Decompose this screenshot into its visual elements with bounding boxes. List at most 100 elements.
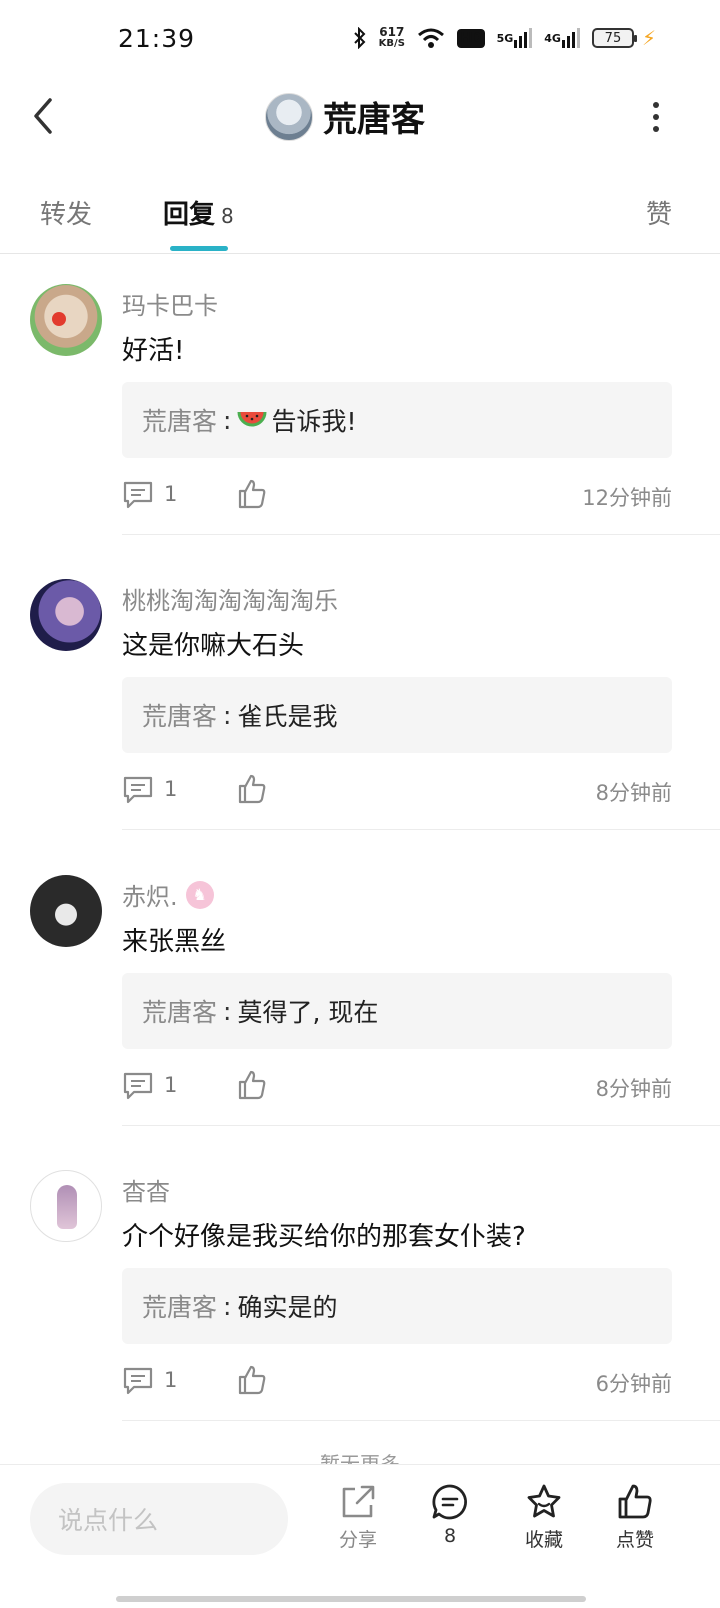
thumbs-up-icon[interactable] — [236, 1364, 268, 1396]
reply-author[interactable]: 荒唐客 — [142, 1288, 217, 1324]
comment-author-name: 杳杳 — [122, 1178, 170, 1206]
thumbs-up-icon — [600, 1483, 670, 1521]
avatar[interactable] — [30, 875, 102, 947]
comment-actions: 1 8分钟前 — [122, 1069, 672, 1105]
reply-text: 告诉我! — [271, 407, 357, 436]
home-indicator[interactable] — [116, 1596, 586, 1602]
battery-level: 75 — [604, 30, 622, 46]
comment-text: 这是你嘛大石头 — [122, 631, 305, 661]
status-icons: 617 KB/S HD 5G 4G 75 ⚡ — [353, 26, 656, 50]
tab-reply[interactable]: 回复 8 — [163, 194, 234, 231]
bottom-bar: 说点什么 分享 8 收藏 点赞 — [0, 1464, 720, 1608]
bluetooth-icon — [353, 27, 367, 49]
tab-forward[interactable]: 转发 — [40, 194, 92, 231]
status-time: 21:39 — [118, 24, 196, 53]
tab-like-label: 赞 — [645, 200, 672, 230]
comment-author[interactable]: 杳杳 — [122, 1172, 170, 1207]
net-speed-value: 617 — [379, 25, 405, 39]
signal-4g-icon: 4G — [544, 28, 580, 48]
tab-like[interactable]: 赞 — [646, 194, 672, 231]
comment-button[interactable]: 8 — [415, 1483, 485, 1547]
tab-reply-label: 回复 — [163, 200, 216, 230]
like-button[interactable]: 点赞 — [600, 1483, 670, 1552]
comment-reply-icon[interactable] — [122, 1366, 154, 1396]
like-label: 点赞 — [615, 1529, 654, 1551]
reply-text: 莫得了, 现在 — [237, 998, 379, 1027]
comment-time: 8分钟前 — [595, 1077, 672, 1101]
comment-input[interactable]: 说点什么 — [30, 1483, 288, 1555]
reply-count: 1 — [164, 482, 178, 506]
comment-icon — [415, 1483, 485, 1521]
reply-separator: : — [223, 700, 232, 730]
avatar[interactable] — [30, 284, 102, 356]
comment-actions: 1 6分钟前 — [122, 1364, 672, 1400]
comment-text: 好活! — [122, 336, 185, 366]
reply-count: 1 — [164, 1073, 178, 1097]
charging-icon: ⚡ — [641, 26, 656, 50]
comment-actions: 1 12分钟前 — [122, 478, 672, 514]
comment-author-name: 赤炽. — [122, 883, 178, 911]
reply-author[interactable]: 荒唐客 — [142, 697, 217, 733]
comment-time: 8分钟前 — [595, 781, 672, 805]
reply-preview[interactable]: 荒唐客 : 确实是的 — [122, 1268, 672, 1344]
reply-author[interactable]: 荒唐客 — [142, 993, 217, 1029]
header: 荒唐客 — [0, 80, 720, 160]
reply-separator: : — [223, 405, 232, 435]
comment-count: 8 — [443, 1525, 457, 1547]
tab-forward-label: 转发 — [40, 200, 93, 230]
share-button[interactable]: 分享 — [323, 1483, 393, 1552]
comment-time: 12分钟前 — [582, 486, 672, 510]
reply-text: 雀氏是我 — [237, 702, 338, 731]
favorite-button[interactable]: 收藏 — [509, 1483, 579, 1552]
signal-5g-icon: 5G — [497, 28, 533, 48]
reply-preview[interactable]: 荒唐客 : 雀氏是我 — [122, 677, 672, 753]
comment-author-name: 玛卡巴卡 — [122, 292, 218, 320]
divider — [122, 534, 720, 535]
tab-bar: 转发 回复 8 赞 — [0, 180, 720, 254]
comment-time: 6分钟前 — [595, 1372, 672, 1396]
divider — [122, 829, 720, 830]
comment-reply-icon[interactable] — [122, 480, 154, 510]
unicorn-badge-icon: ♞ — [185, 880, 214, 909]
net-speed-unit: KB/S — [378, 38, 405, 49]
reply-preview[interactable]: 荒唐客 : 莫得了, 现在 — [122, 973, 672, 1049]
comment-actions: 1 8分钟前 — [122, 773, 672, 809]
avatar[interactable] — [265, 92, 313, 141]
tab-indicator — [170, 246, 228, 251]
reply-author[interactable]: 荒唐客 — [142, 402, 217, 438]
comment-author[interactable]: 玛卡巴卡 — [122, 286, 218, 321]
comment-author-name: 桃桃淘淘淘淘淘淘乐 — [122, 587, 338, 615]
battery-icon: 75 — [591, 28, 637, 48]
avatar[interactable] — [30, 579, 102, 651]
reply-content: 告诉我! — [237, 402, 356, 438]
comment-reply-icon[interactable] — [122, 775, 154, 805]
comment-author[interactable]: 赤炽. ♞ — [122, 877, 214, 912]
comment-text: 来张黑丝 — [122, 927, 227, 957]
comment-reply-icon[interactable] — [122, 1071, 154, 1101]
avatar[interactable] — [30, 1170, 102, 1242]
watermelon-icon — [237, 408, 267, 432]
share-icon — [323, 1483, 393, 1521]
reply-preview[interactable]: 荒唐客 : 告诉我! — [122, 382, 672, 458]
tab-reply-count: 8 — [221, 204, 234, 228]
net-speed: 617 KB/S — [379, 26, 405, 50]
reply-count: 1 — [164, 1368, 178, 1392]
page-title: 荒唐客 — [323, 100, 425, 140]
wifi-icon — [417, 27, 445, 49]
signal-5g-label: 5G — [496, 31, 514, 45]
star-icon — [509, 1483, 579, 1521]
header-user[interactable]: 荒唐客 — [265, 92, 425, 141]
reply-separator: : — [223, 1291, 232, 1321]
thumbs-up-icon[interactable] — [236, 478, 268, 510]
comment-author[interactable]: 桃桃淘淘淘淘淘淘乐 — [122, 581, 338, 616]
divider — [122, 1420, 720, 1421]
back-icon[interactable] — [28, 96, 58, 136]
reply-text: 确实是的 — [237, 1293, 338, 1322]
thumbs-up-icon[interactable] — [236, 773, 268, 805]
hd-badge: HD — [456, 28, 485, 48]
favorite-label: 收藏 — [524, 1529, 563, 1551]
more-icon[interactable] — [650, 102, 662, 132]
reply-separator: : — [223, 996, 232, 1026]
comment-text: 介个好像是我买给你的那套女仆装? — [122, 1222, 526, 1252]
thumbs-up-icon[interactable] — [236, 1069, 268, 1101]
